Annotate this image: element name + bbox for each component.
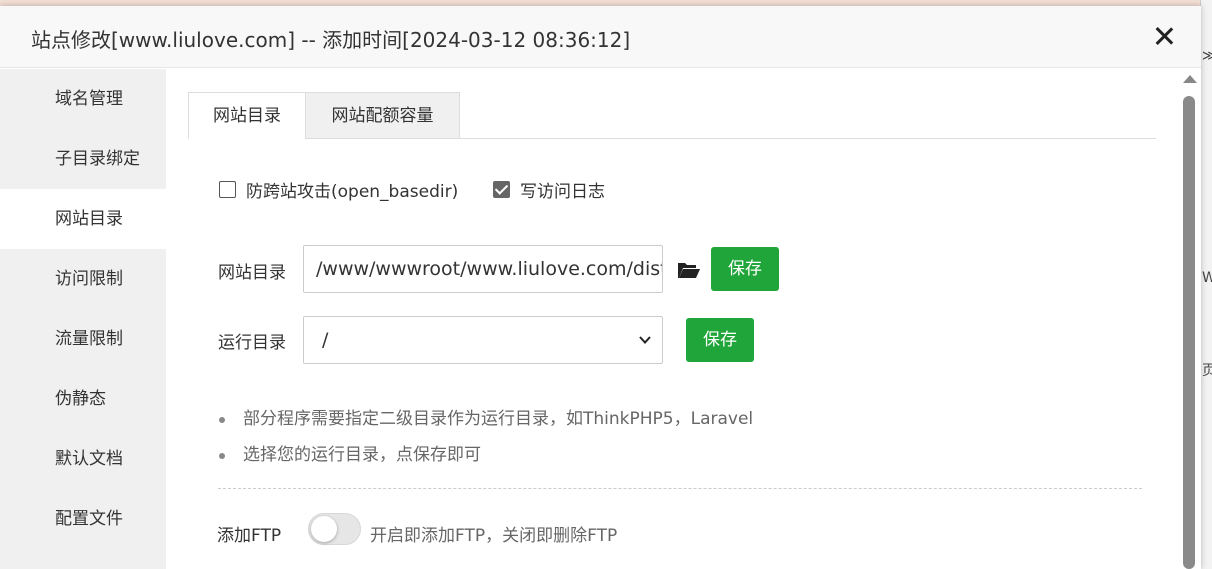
- site-dir-input[interactable]: /www/wwwroot/www.liulove.com/dist: [303, 245, 663, 293]
- save-site-dir-button[interactable]: 保存: [711, 247, 779, 291]
- ftp-toggle[interactable]: [308, 513, 361, 545]
- run-dir-selected-value: /: [322, 329, 329, 351]
- run-dir-label: 运行目录: [218, 333, 286, 353]
- background-text-fragment: ≫: [1202, 48, 1212, 64]
- list-item: 选择您的运行目录，点保存即可: [219, 442, 1119, 478]
- sidebar-item-rewrite[interactable]: 伪静态: [0, 369, 166, 429]
- save-run-dir-button[interactable]: 保存: [686, 318, 754, 362]
- ftp-toggle-description: 开启即添加FTP，关闭即删除FTP: [370, 526, 618, 546]
- dialog-title: 站点修改[www.liulove.com] -- 添加时间[2024-03-12…: [31, 28, 631, 52]
- access-log-checkbox[interactable]: [493, 180, 510, 198]
- scroll-up-arrow-icon[interactable]: [1183, 75, 1197, 83]
- toggle-knob: [311, 516, 337, 542]
- sidebar-item-domain-management[interactable]: 域名管理: [0, 69, 166, 129]
- sidebar-item-default-document[interactable]: 默认文档: [0, 429, 166, 489]
- sidebar: 域名管理 子目录绑定 网站目录 访问限制 流量限制 伪静态 默认文档 配置文件: [0, 69, 166, 569]
- close-icon[interactable]: [1150, 22, 1178, 50]
- site-dir-label: 网站目录: [218, 263, 286, 283]
- access-log-option[interactable]: 写访问日志: [493, 177, 605, 202]
- background-page: ≫ W 页: [1200, 0, 1212, 569]
- open-basedir-checkbox[interactable]: [219, 180, 236, 198]
- chevron-down-icon: [639, 336, 651, 344]
- open-basedir-option[interactable]: 防跨站攻击(open_basedir): [219, 177, 459, 202]
- background-text-fragment: W: [1202, 270, 1212, 286]
- sidebar-item-subdirectory-binding[interactable]: 子目录绑定: [0, 129, 166, 189]
- tab-bar: 网站目录 网站配额容量: [188, 92, 1156, 139]
- site-edit-dialog: 站点修改[www.liulove.com] -- 添加时间[2024-03-12…: [0, 6, 1201, 569]
- divider: [218, 488, 1142, 489]
- sidebar-item-site-directory[interactable]: 网站目录: [0, 189, 166, 249]
- scrollbar-thumb[interactable]: [1183, 96, 1195, 569]
- tab-site-directory[interactable]: 网站目录: [188, 92, 306, 139]
- tab-site-quota[interactable]: 网站配额容量: [305, 92, 460, 139]
- background-text-fragment: 页: [1202, 363, 1212, 379]
- ftp-label: 添加FTP: [217, 526, 282, 546]
- tips-list: 部分程序需要指定二级目录作为运行目录，如ThinkPHP5，Laravel 选择…: [219, 406, 1119, 478]
- scrollbar[interactable]: [1181, 69, 1201, 569]
- sidebar-item-access-restriction[interactable]: 访问限制: [0, 249, 166, 309]
- sidebar-item-traffic-limit[interactable]: 流量限制: [0, 309, 166, 369]
- main-content: 网站目录 网站配额容量 防跨站攻击(open_basedir) 写访问日志 网站…: [166, 69, 1181, 569]
- dialog-titlebar: 站点修改[www.liulove.com] -- 添加时间[2024-03-12…: [0, 6, 1201, 68]
- folder-open-icon[interactable]: [677, 260, 701, 280]
- run-dir-select[interactable]: /: [303, 316, 663, 364]
- open-basedir-label: 防跨站攻击(open_basedir): [246, 181, 459, 202]
- list-item: 部分程序需要指定二级目录作为运行目录，如ThinkPHP5，Laravel: [219, 406, 1119, 442]
- sidebar-item-config-file[interactable]: 配置文件: [0, 489, 166, 549]
- access-log-label: 写访问日志: [520, 181, 605, 202]
